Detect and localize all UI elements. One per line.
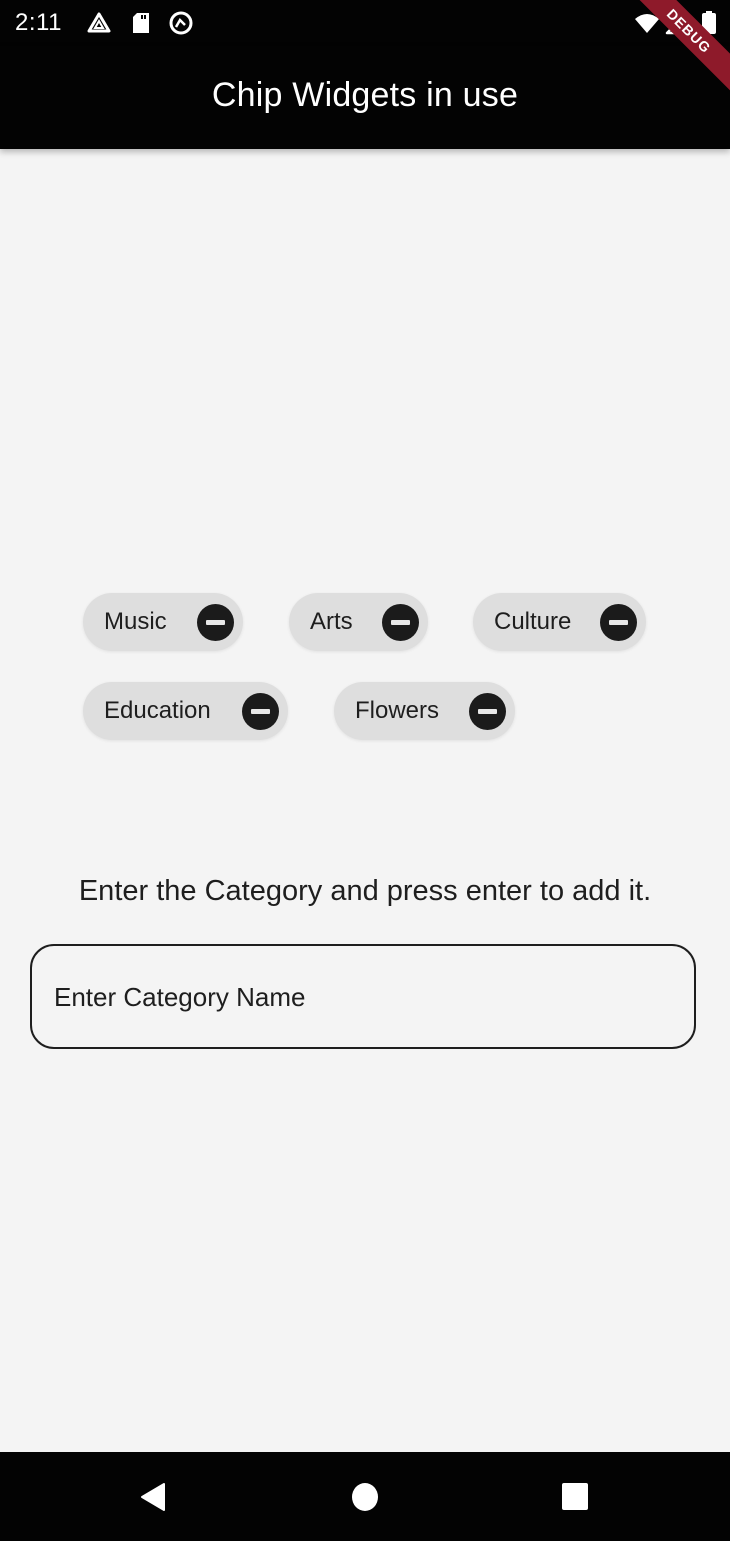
chip-flowers[interactable]: Flowers [334, 682, 515, 740]
chip-label: Arts [310, 608, 353, 635]
status-time: 2:11 [15, 9, 62, 36]
chip-music[interactable]: Music [83, 593, 243, 651]
chip-arts[interactable]: Arts [289, 593, 428, 651]
chip-label: Flowers [355, 697, 440, 724]
sd-card-icon [129, 10, 155, 36]
sync-icon [168, 10, 194, 36]
home-icon[interactable] [351, 1482, 381, 1512]
category-name-input[interactable] [52, 946, 676, 1049]
status-bar: 2:11 [0, 0, 730, 46]
chip-culture[interactable]: Culture [473, 593, 646, 651]
drive-icon [86, 10, 112, 36]
chip-label: Education [104, 697, 211, 724]
remove-circle-icon[interactable] [242, 692, 279, 730]
chip-education[interactable]: Education [83, 682, 288, 740]
remove-circle-icon[interactable] [469, 692, 506, 730]
navigation-bar [0, 1452, 730, 1541]
instruction-text: Enter the Category and press enter to ad… [78, 875, 652, 907]
remove-circle-icon[interactable] [600, 603, 637, 641]
back-icon[interactable] [138, 1482, 168, 1512]
remove-circle-icon[interactable] [197, 603, 234, 641]
remove-circle-icon[interactable] [382, 603, 419, 641]
recents-icon[interactable] [561, 1482, 591, 1512]
chip-label: Culture [494, 608, 572, 635]
category-input-container[interactable] [30, 944, 696, 1049]
chip-label: Music [104, 608, 167, 635]
app-bar: Chip Widgets in use [0, 46, 730, 149]
page-title: Chip Widgets in use [211, 76, 519, 114]
